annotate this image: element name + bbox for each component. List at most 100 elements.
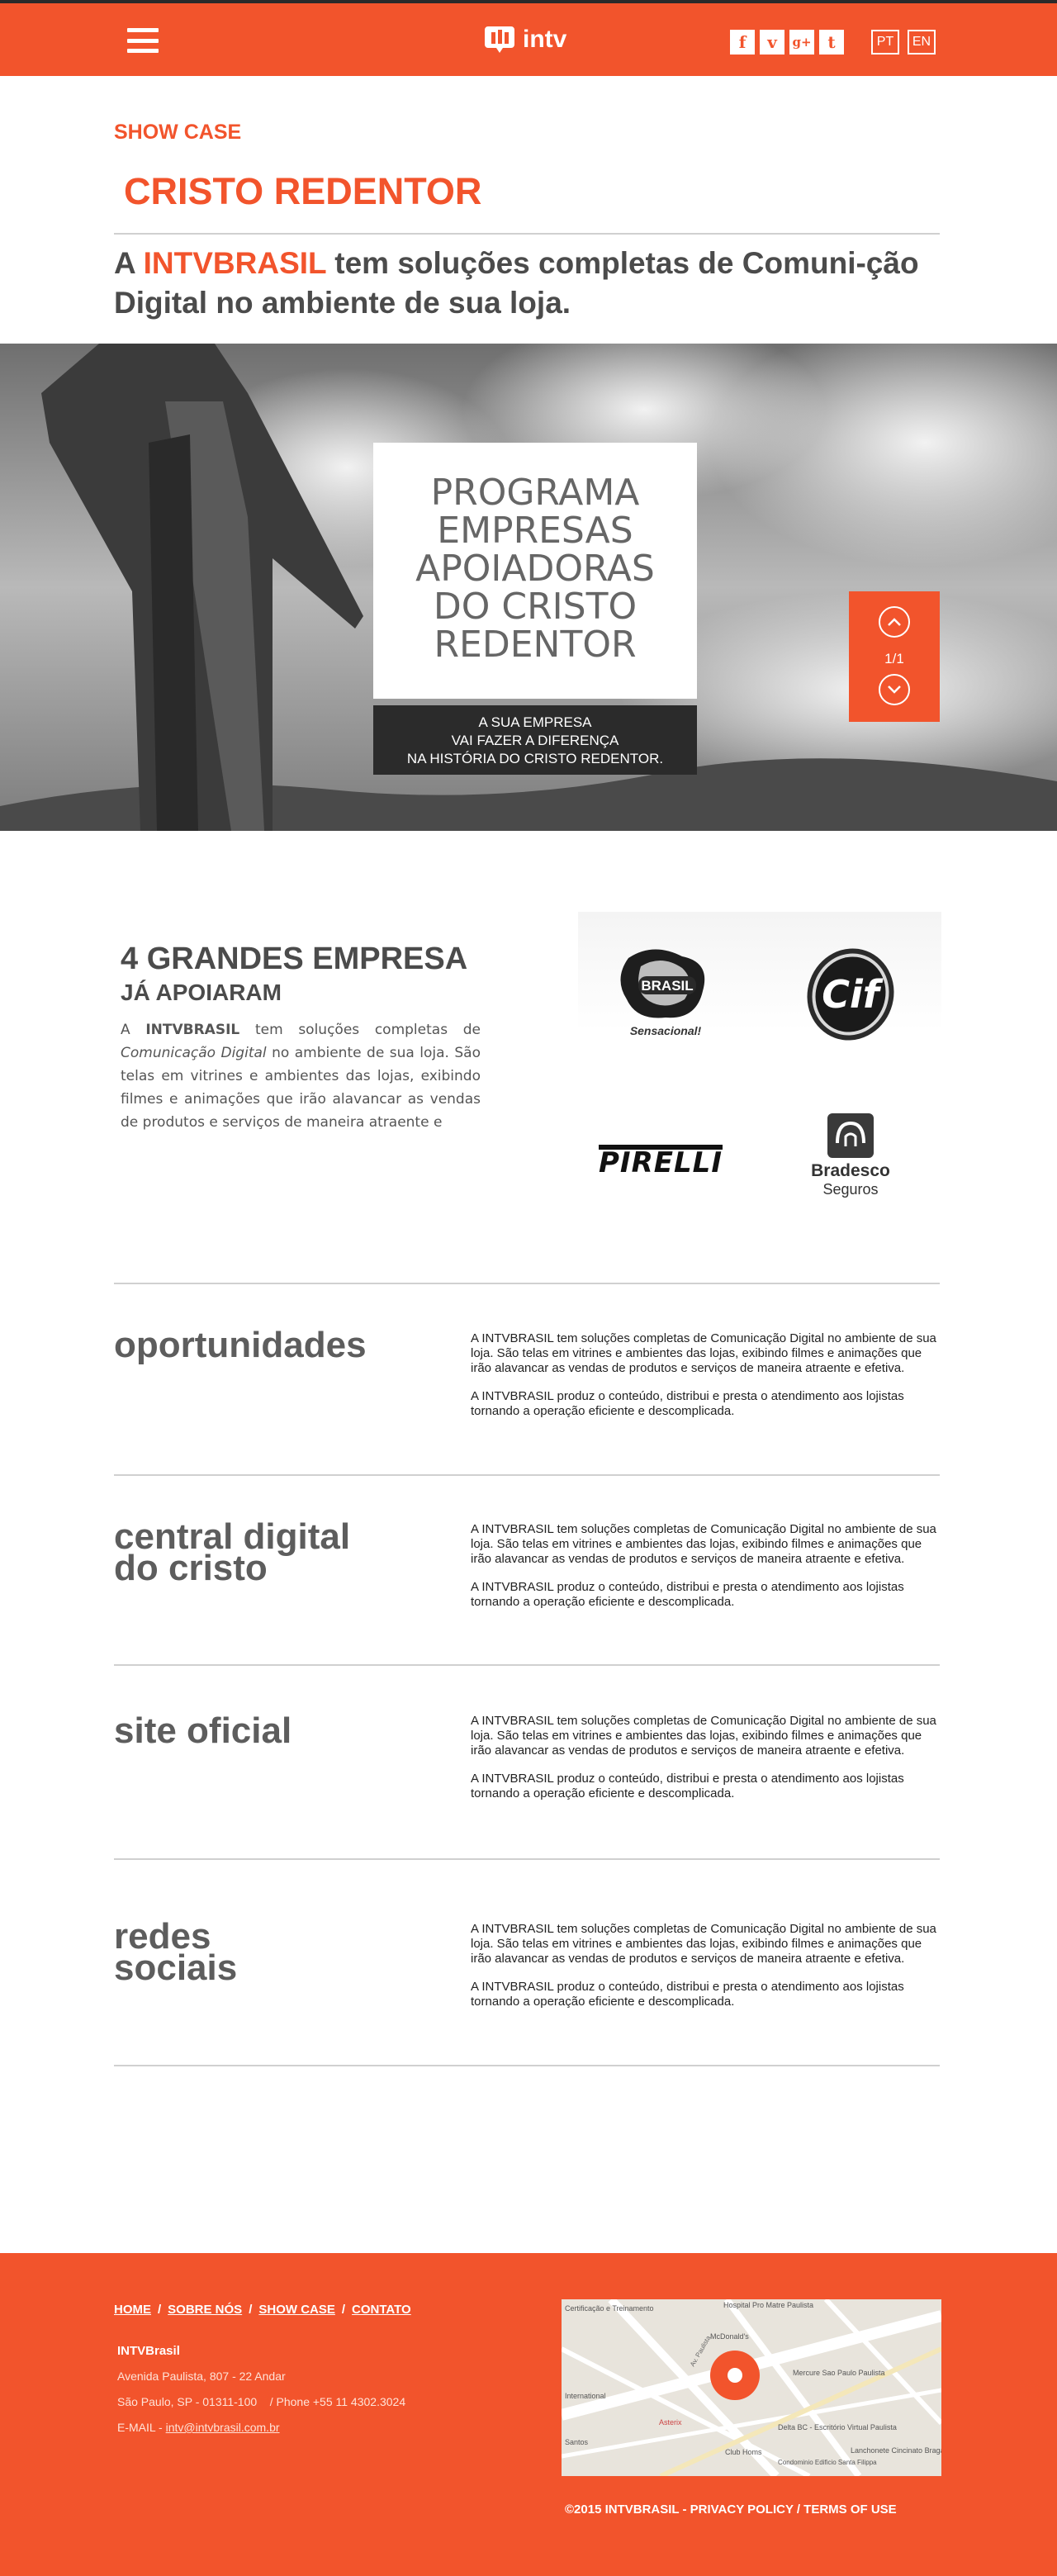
section-kicker: SHOW CASE [114, 121, 242, 144]
copyright: ©2015 INTVBRASIL - PRIVACY POLICY / TERM… [565, 2502, 897, 2517]
footer-email-line: E-MAIL - intv@intvbrasil.com.br [117, 2421, 280, 2434]
sponsors-text-b: tem soluções completas de [239, 1022, 481, 1038]
brasil-logo[interactable]: BRASIL Sensacional! [600, 942, 732, 1037]
cif-logo[interactable]: Cif [793, 945, 908, 1044]
footer-nav: HOME / SOBRE NÓS / SHOW CASE / CONTATO [114, 2303, 411, 2317]
map-label: Certificação e Treinamento [565, 2304, 654, 2313]
map-label: Lanchonete Cincinato Braga [851, 2446, 941, 2455]
map-label: Asterix [659, 2418, 682, 2427]
footer-nav-separator: / [341, 2303, 346, 2317]
divider [114, 1283, 940, 1284]
map-label: International [565, 2392, 606, 2400]
section-body: A INTVBRASIL tem soluções completas de C… [471, 1331, 941, 1419]
section-title: redes sociais [114, 1916, 238, 1988]
footer-link-sobre[interactable]: SOBRE NÓS [168, 2303, 242, 2317]
footer-link-home[interactable]: HOME [114, 2303, 151, 2317]
footer-email-link[interactable]: intv@intvbrasil.com.br [166, 2421, 280, 2434]
hero-card-text: PROGRAMA EMPRESAS APOIADORAS DO CRISTO R… [373, 443, 697, 664]
section-paragraph: A INTVBRASIL tem soluções completas de C… [471, 1522, 936, 1566]
lang-pt-button[interactable]: PT [871, 30, 899, 55]
sponsors-text-brand: INTVBRASIL [145, 1022, 240, 1038]
sponsors-text-a: A [121, 1022, 146, 1038]
bradesco-logo-text: Bradesco [811, 1161, 890, 1180]
map-label: Santos [565, 2438, 589, 2446]
map-label: Club Homs [725, 2448, 762, 2456]
bradesco-logo[interactable]: Bradesco Seguros [793, 1113, 908, 1198]
logo-text: intv [523, 26, 567, 53]
lead-text: A INTVBRASIL tem soluções completas de C… [114, 244, 948, 323]
divider [114, 233, 940, 235]
hero-card-line: PROGRAMA [430, 472, 640, 514]
slide-counter: 1/1 [884, 651, 904, 667]
section-title: oportunidades [114, 1325, 367, 1365]
hero-band-line: NA HISTÓRIA DO CRISTO REDENTOR. [406, 751, 664, 766]
footer-email-label: E-MAIL - [117, 2421, 166, 2434]
brasil-logo-mark: BRASIL [620, 949, 705, 1018]
map-label: Delta BC - Escritório Virtual Paulista [778, 2423, 897, 2431]
section-body: A INTVBRASIL tem soluções completas de C… [471, 1922, 941, 2009]
facebook-icon[interactable]: f [730, 30, 755, 55]
google-plus-icon[interactable]: g+ [789, 30, 814, 55]
divider [114, 1474, 940, 1476]
intv-logo-mark-icon [485, 26, 514, 53]
lead-brand: INTVBRASIL [143, 246, 326, 280]
bradesco-logo-sub: Seguros [822, 1181, 879, 1198]
sponsor-logos: BRASIL Sensacional! Cif PIRELLI Bradesco… [578, 912, 941, 1209]
chevron-up-icon [888, 618, 901, 626]
hero-card-line: REDENTOR [434, 624, 637, 666]
slide-up-button[interactable] [879, 606, 910, 638]
section-paragraph: A INTVBRASIL produz o conteúdo, distribu… [471, 1580, 904, 1609]
section-title: site oficial [114, 1710, 292, 1751]
hero-card: PROGRAMA EMPRESAS APOIADORAS DO CRISTO R… [373, 443, 697, 699]
footer-nav-separator: / [249, 2303, 253, 2317]
page-title: CRISTO REDENTOR [124, 170, 482, 212]
footer-link-contato[interactable]: CONTATO [352, 2303, 411, 2317]
footer-address-line: Avenida Paulista, 807 - 22 Andar [117, 2370, 286, 2383]
hero-band-line: A SUA EMPRESA [478, 714, 592, 730]
hero-card-line: APOIADORAS [415, 548, 655, 590]
section-paragraph: A INTVBRASIL produz o conteúdo, distribu… [471, 1980, 904, 2009]
sponsors-text-em: Comunicação Digital [121, 1045, 267, 1061]
cif-logo-mark: Cif [807, 948, 894, 1041]
section-body: A INTVBRASIL tem soluções completas de C… [471, 1522, 941, 1610]
tumblr-icon[interactable]: t [819, 30, 844, 55]
divider [114, 1664, 940, 1666]
divider [114, 1858, 940, 1860]
footer-link-showcase[interactable]: SHOW CASE [258, 2303, 335, 2317]
vimeo-icon[interactable]: v [760, 30, 784, 55]
slider-controls: 1/1 [849, 591, 940, 722]
intv-logo[interactable]: intv [483, 25, 566, 55]
pirelli-logo-text: PIRELLI [599, 1145, 723, 1179]
section-paragraph: A INTVBRASIL produz o conteúdo, distribu… [471, 1389, 904, 1418]
map-label: Hospital Pro Matre Paulista [723, 2301, 813, 2309]
pirelli-logo[interactable]: PIRELLI [595, 1145, 727, 1179]
section-title: central digital do cristo [114, 1516, 351, 1588]
footer-address-line: São Paulo, SP - 01311-100 / Phone +55 11… [117, 2395, 406, 2408]
brasil-tagline: Sensacional! [629, 1024, 702, 1037]
map-label: Mercure Sao Paulo Paulista [793, 2369, 885, 2377]
lead-prefix: A [114, 246, 144, 280]
site-header: intv f v g+ t PT EN [0, 0, 1057, 76]
hero-card-line: EMPRESAS [437, 510, 633, 552]
bradesco-logo-mark [827, 1113, 874, 1158]
section-body: A INTVBRASIL tem soluções completas de C… [471, 1714, 941, 1801]
hero-slider: PROGRAMA EMPRESAS APOIADORAS DO CRISTO R… [0, 344, 1057, 831]
section-paragraph: A INTVBRASIL tem soluções completas de C… [471, 1714, 936, 1758]
section-paragraph: A INTVBRASIL produz o conteúdo, distribu… [471, 1772, 904, 1800]
slide-down-button[interactable] [879, 674, 910, 705]
map-label: McDonald's [710, 2332, 749, 2341]
section-paragraph: A INTVBRASIL tem soluções completas de C… [471, 1922, 936, 1966]
site-footer: HOME / SOBRE NÓS / SHOW CASE / CONTATO INTV… [0, 2253, 1057, 2576]
social-links: f v g+ t [730, 30, 844, 55]
hero-card-line: DO CRISTO [433, 586, 638, 628]
location-map[interactable]: Hospital Pro Matre Paulista McDonald's M… [562, 2299, 941, 2476]
menu-icon[interactable] [127, 28, 159, 53]
cif-logo-text: Cif [822, 972, 884, 1017]
language-switcher: PT EN [871, 30, 936, 55]
footer-nav-separator: / [158, 2303, 162, 2317]
lang-en-button[interactable]: EN [908, 30, 936, 55]
hero-band: A SUA EMPRESA VAI FAZER A DIFERENÇA NA H… [373, 705, 697, 775]
map-label: Condominio Edificio Santa Filippa [778, 2459, 877, 2466]
divider [114, 2065, 940, 2066]
brasil-logo-text: BRASIL [641, 978, 693, 994]
